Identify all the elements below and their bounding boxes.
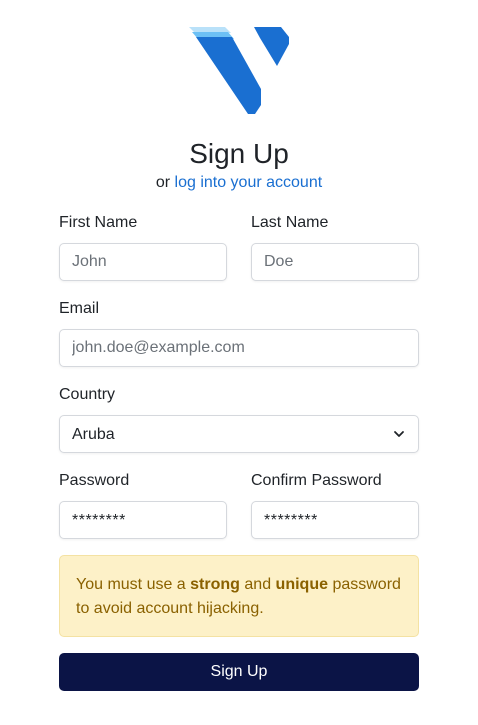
- email-label: Email: [59, 300, 100, 317]
- password-input[interactable]: ********: [59, 501, 227, 539]
- password-label: Password: [59, 472, 130, 489]
- email-input[interactable]: [59, 329, 419, 367]
- last-name-input[interactable]: [251, 243, 419, 281]
- page-title: Sign Up: [189, 138, 289, 169]
- confirm-password-label: Confirm Password: [251, 472, 382, 489]
- alert-text-1: You must use a: [76, 576, 186, 593]
- confirm-password-mask: ********: [264, 512, 318, 529]
- alert-strong-1: strong: [190, 576, 240, 593]
- login-prompt: or log into your account: [0, 173, 478, 193]
- country-selected-value: Aruba: [72, 426, 115, 443]
- password-warning-alert: You must use a strong and unique passwor…: [59, 555, 419, 637]
- login-link[interactable]: log into your account: [175, 174, 323, 191]
- password-mask: ********: [72, 512, 126, 529]
- sign-up-button[interactable]: Sign Up: [59, 653, 419, 691]
- country-label: Country: [59, 386, 116, 403]
- country-select[interactable]: Aruba: [59, 415, 419, 453]
- alert-text-2: and: [244, 576, 272, 593]
- first-name-label: First Name: [59, 214, 138, 231]
- vultr-logo-icon: [189, 27, 289, 114]
- chevron-down-icon: [394, 431, 404, 437]
- confirm-password-input[interactable]: ********: [251, 501, 419, 539]
- alert-strong-2: unique: [275, 576, 328, 593]
- subtitle-prefix: or: [155, 174, 171, 191]
- last-name-label: Last Name: [251, 214, 329, 231]
- first-name-input[interactable]: [59, 243, 227, 281]
